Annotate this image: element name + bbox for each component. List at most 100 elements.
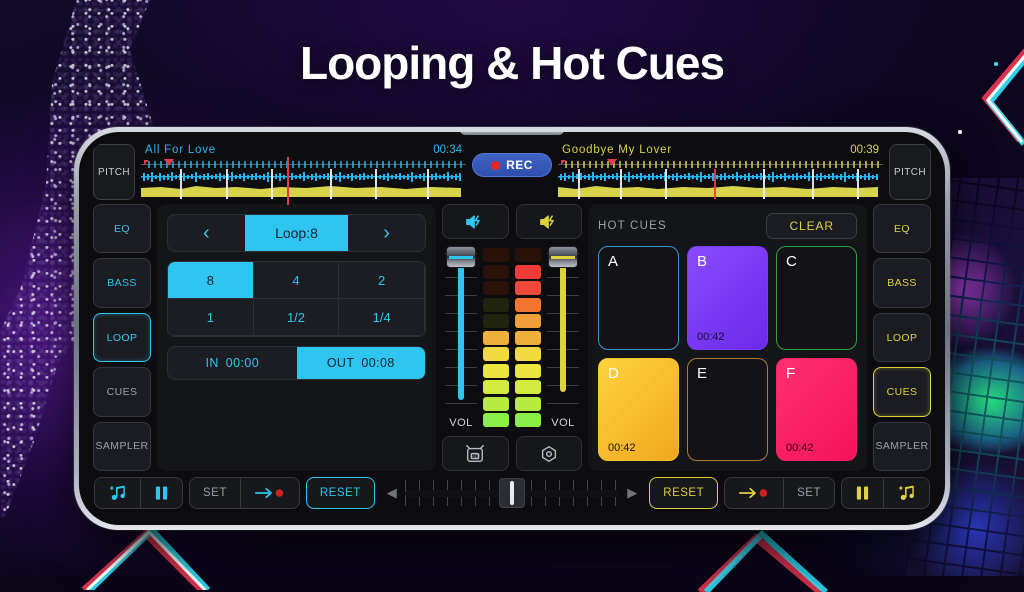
deck-a-wave-high [141, 170, 461, 183]
arrow-to-cue-icon-right[interactable] [725, 478, 784, 508]
chevron-left-icon[interactable]: ‹ [168, 215, 245, 251]
hot-cue-pad-f[interactable]: F 00:42 [776, 358, 857, 462]
pause-icon-left[interactable] [141, 478, 182, 508]
sidebar-item-loop-left[interactable]: LOOP [93, 313, 151, 362]
crossfader[interactable]: ◀ ▶ [381, 478, 644, 508]
led-segment [515, 331, 541, 345]
waveform-row: PITCH All For Love 00:34 [85, 138, 939, 200]
deck-b-wave-high [558, 170, 878, 183]
deck-b-playback-group [841, 477, 930, 509]
led-segment [483, 331, 509, 345]
pitch-button-right[interactable]: PITCH [889, 144, 931, 200]
loop-out-button[interactable]: OUT 00:08 [297, 347, 426, 379]
led-segment [515, 380, 541, 394]
deck-a-info: All For Love 00:34 [141, 144, 466, 157]
sidebar-item-cues-right[interactable]: CUES [873, 367, 931, 416]
deck-b-info: Goodbye My Lover 00:39 [558, 144, 883, 157]
chevron-right-icon[interactable]: › [348, 215, 425, 251]
hot-cue-letter: E [697, 365, 758, 382]
triangle-right-icon[interactable]: ▶ [627, 485, 637, 501]
sidebar-item-bass-right[interactable]: BASS [873, 258, 931, 307]
page-title: Looping & Hot Cues [0, 36, 1024, 90]
fader-track-left[interactable] [445, 246, 477, 414]
hot-cues-header: HOT CUES CLEAR [598, 213, 857, 239]
sidebar-item-eq-left[interactable]: EQ [93, 204, 151, 253]
mixer-utility-row: AD [442, 436, 582, 471]
ad-icon[interactable]: AD [442, 436, 509, 471]
loop-size-2[interactable]: 2 [339, 262, 425, 299]
loop-size-1[interactable]: 1 [168, 299, 254, 336]
crossfader-track[interactable] [405, 478, 620, 508]
add-music-icon-right[interactable] [884, 478, 929, 508]
arrow-to-cue-icon-left[interactable] [241, 478, 299, 508]
hot-cue-letter: C [786, 253, 847, 270]
speaker-cue-icon-left[interactable] [442, 204, 509, 239]
led-segment [483, 265, 509, 279]
app-screen: PITCH All For Love 00:34 [85, 138, 939, 519]
loop-in-out-row: IN 00:00 OUT 00:08 [167, 346, 426, 380]
hot-cue-pad-c[interactable]: C [776, 246, 857, 350]
deck-b-track-name: Goodbye My Lover [562, 144, 672, 156]
sidebar-item-sampler-left[interactable]: SAMPLER [93, 422, 151, 471]
led-segment [483, 347, 509, 361]
crossfader-handle[interactable] [499, 478, 525, 508]
sidebar-item-cues-left[interactable]: CUES [93, 367, 151, 416]
loop-size-1-2[interactable]: 1/2 [254, 299, 340, 336]
hot-cue-time: 00:42 [697, 331, 725, 343]
deck-a-waveform[interactable]: All For Love 00:34 [141, 144, 466, 200]
fader-track-right[interactable] [547, 246, 579, 414]
hot-cue-pad-grid: A B 00:42 C D 00:42 [598, 246, 857, 461]
led-segment [483, 397, 509, 411]
deck-a-cue-group: SET [189, 477, 300, 509]
record-label: REC [506, 158, 533, 172]
settings-icon[interactable] [516, 436, 583, 471]
sidebar-item-bass-left[interactable]: BASS [93, 258, 151, 307]
vu-meters-and-faders: VOL [442, 246, 582, 429]
loop-current-value[interactable]: Loop:8 [245, 215, 349, 251]
hot-cue-pad-b[interactable]: B 00:42 [687, 246, 768, 350]
reset-button-left[interactable]: RESET [306, 477, 375, 509]
fader-handle-right[interactable] [548, 246, 578, 268]
deck-a-overview [141, 159, 466, 169]
hot-cues-title: HOT CUES [598, 220, 667, 232]
hot-cue-time: 00:42 [608, 442, 636, 454]
loop-size-8[interactable]: 8 [168, 262, 254, 299]
deck-a-track-name: All For Love [145, 144, 216, 156]
deck-b-time: 00:39 [850, 144, 879, 156]
sidebar-item-loop-right[interactable]: LOOP [873, 313, 931, 362]
pitch-button-left[interactable]: PITCH [93, 144, 135, 200]
volume-fader-left[interactable]: VOL [445, 246, 477, 429]
volume-fader-right[interactable]: VOL [547, 246, 579, 429]
deck-b-waveform[interactable]: Goodbye My Lover 00:39 [558, 144, 883, 200]
triangle-left-icon[interactable]: ◀ [387, 485, 397, 501]
record-button[interactable]: REC [472, 153, 552, 177]
reset-button-right[interactable]: RESET [649, 477, 718, 509]
deck-b-wave-canvas[interactable] [558, 157, 883, 199]
speaker-cue-icon-right[interactable] [516, 204, 583, 239]
hot-cue-pad-a[interactable]: A [598, 246, 679, 350]
fader-handle-left[interactable] [446, 246, 476, 268]
loop-size-4[interactable]: 4 [254, 262, 340, 299]
hot-cue-pad-d[interactable]: D 00:42 [598, 358, 679, 462]
hot-cues-panel: HOT CUES CLEAR A B 00:42 C [588, 204, 867, 471]
led-segment [515, 413, 541, 427]
loop-in-button[interactable]: IN 00:00 [168, 347, 297, 379]
set-cue-button-right[interactable]: SET [784, 478, 834, 508]
set-cue-button-left[interactable]: SET [190, 478, 241, 508]
clear-cues-button[interactable]: CLEAR [766, 213, 857, 239]
led-segment [483, 248, 509, 262]
loop-out-label: OUT [327, 356, 355, 370]
phone-bezel: PITCH All For Love 00:34 [79, 132, 945, 525]
led-segment [483, 380, 509, 394]
loop-panel: ‹ Loop:8 › 8 4 2 1 1/2 1/4 IN [157, 204, 436, 471]
pause-icon-right[interactable] [842, 478, 884, 508]
deck-a-time: 00:34 [433, 144, 462, 156]
loop-size-1-4[interactable]: 1/4 [339, 299, 425, 336]
led-segment [483, 413, 509, 427]
deck-a-wave-canvas[interactable] [141, 157, 466, 199]
sidebar-item-eq-right[interactable]: EQ [873, 204, 931, 253]
add-music-icon-left[interactable] [95, 478, 141, 508]
hot-cue-pad-e[interactable]: E [687, 358, 768, 462]
led-segment [483, 281, 509, 295]
sidebar-item-sampler-right[interactable]: SAMPLER [873, 422, 931, 471]
